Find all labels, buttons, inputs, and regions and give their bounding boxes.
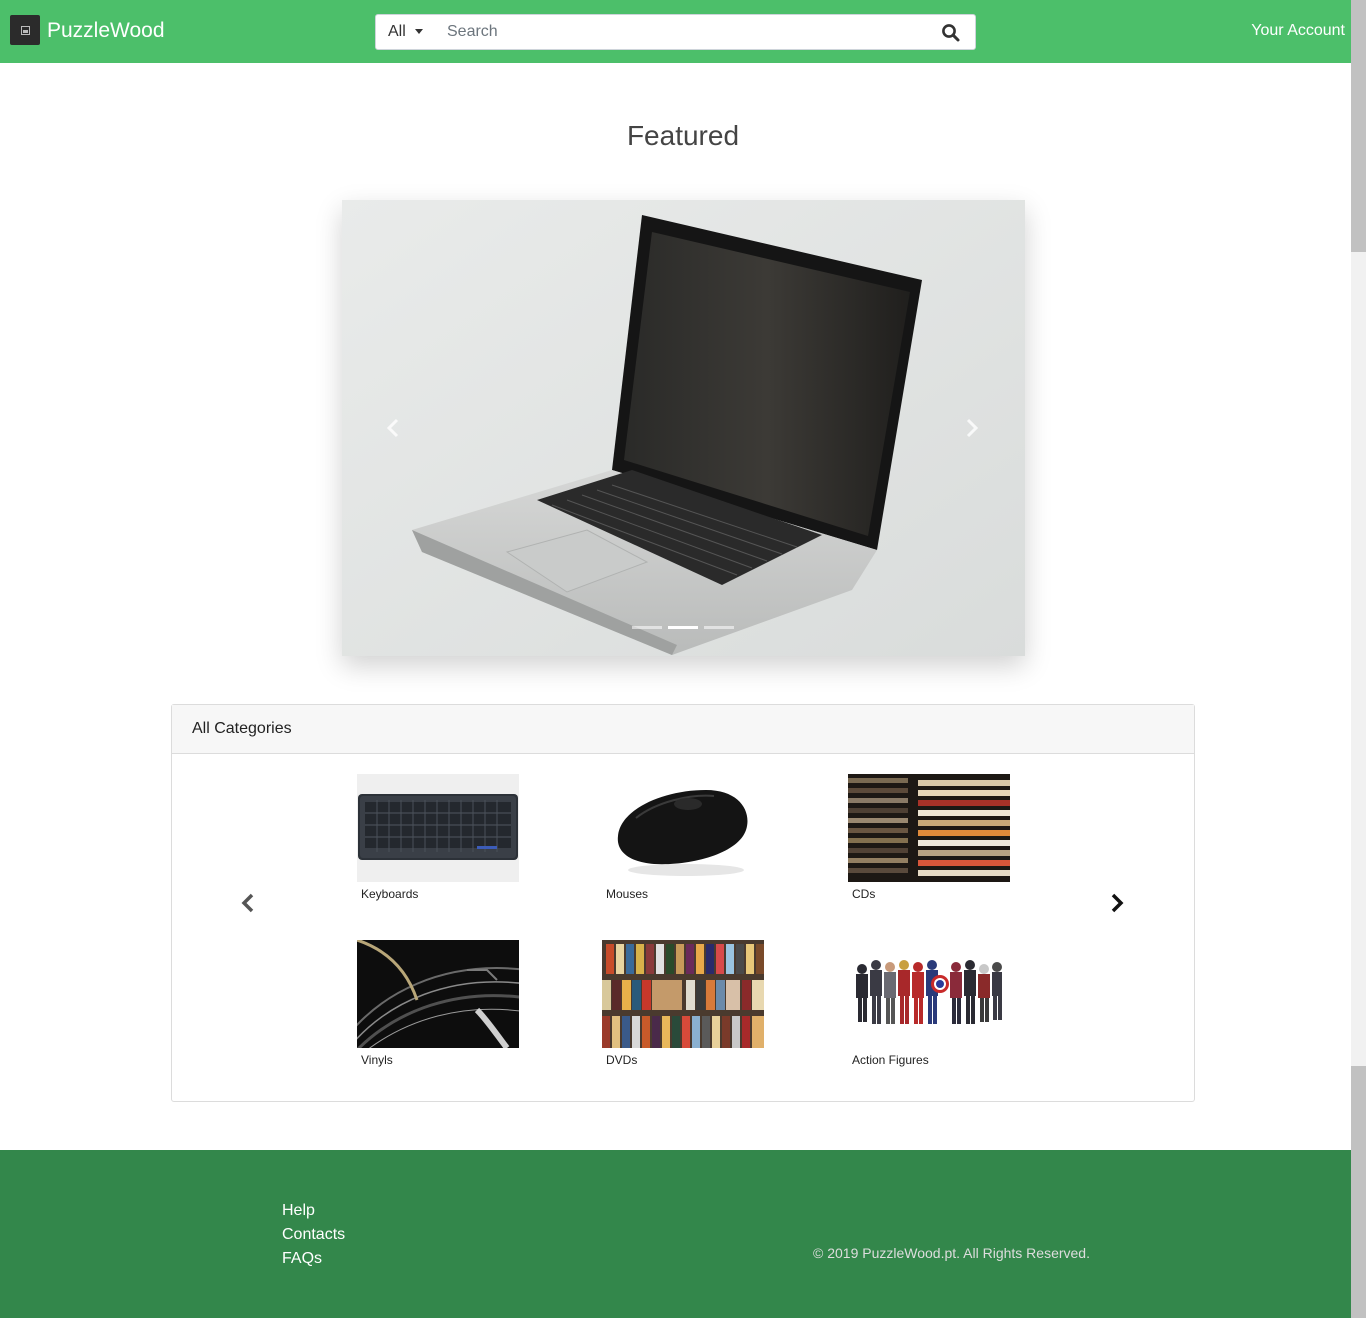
brand-name[interactable]: PuzzleWood [47, 18, 165, 44]
featured-carousel-slide[interactable] [342, 200, 1025, 656]
category-item-action-figures[interactable]: Action Figures [848, 940, 1010, 1067]
mouse-image [602, 774, 764, 882]
footer-links: Help Contacts FAQs [282, 1199, 345, 1271]
category-label: Keyboards [361, 887, 419, 901]
caret-down-icon [414, 28, 423, 34]
carousel-indicator[interactable] [632, 626, 662, 629]
categories-prev-button[interactable] [239, 891, 257, 915]
category-label: Action Figures [852, 1053, 929, 1067]
category-item-cds[interactable]: CDs [848, 774, 1010, 901]
scrollbar-thumb-lower [1351, 1066, 1366, 1318]
categories-next-button[interactable] [1108, 891, 1126, 915]
search-icon[interactable] [941, 23, 961, 43]
category-item-vinyls[interactable]: Vinyls [357, 940, 519, 1067]
category-label: CDs [852, 887, 876, 901]
carousel-indicator[interactable] [704, 626, 734, 629]
action-figures-image [848, 940, 1010, 1048]
chevron-right-icon [966, 418, 979, 438]
category-item-mouses[interactable]: Mouses [602, 774, 764, 901]
category-label: Vinyls [361, 1053, 393, 1067]
category-item-dvds[interactable]: DVDs [602, 940, 764, 1067]
dvd-boxes-image [602, 940, 764, 1048]
turntable-image [357, 940, 519, 1048]
category-label: Mouses [606, 887, 649, 901]
footer-link-faqs[interactable]: FAQs [282, 1247, 345, 1271]
category-item-keyboards[interactable]: Keyboards [357, 774, 519, 901]
search-input[interactable] [436, 16, 916, 48]
carousel-next-button[interactable] [962, 416, 982, 440]
footer-link-help[interactable]: Help [282, 1199, 345, 1223]
cd-stack-image [848, 774, 1010, 882]
carousel-indicators [632, 626, 734, 629]
footer-link-contacts[interactable]: Contacts [282, 1223, 345, 1247]
search-category-dropdown[interactable]: All [376, 15, 436, 49]
chevron-left-icon [386, 418, 399, 438]
account-link[interactable]: Your Account [1251, 22, 1345, 40]
chevron-left-icon [241, 893, 254, 913]
chevron-right-icon [1111, 893, 1124, 913]
brand-logo-icon[interactable] [10, 15, 40, 45]
carousel-prev-button[interactable] [383, 416, 403, 440]
categories-header: All Categories [172, 705, 1194, 754]
featured-title: Featured [626, 120, 740, 151]
keyboard-image [357, 774, 519, 882]
search-bar: All [375, 14, 976, 50]
laptop-image [342, 200, 1025, 656]
carousel-indicator-active[interactable] [668, 626, 698, 629]
search-category-label: All [388, 23, 406, 40]
category-label: DVDs [606, 1053, 638, 1067]
footer [0, 1150, 1351, 1318]
copyright-text: © 2019 PuzzleWood.pt. All Rights Reserve… [813, 1245, 1090, 1261]
navbar: PuzzleWood All Your Account [0, 0, 1366, 63]
